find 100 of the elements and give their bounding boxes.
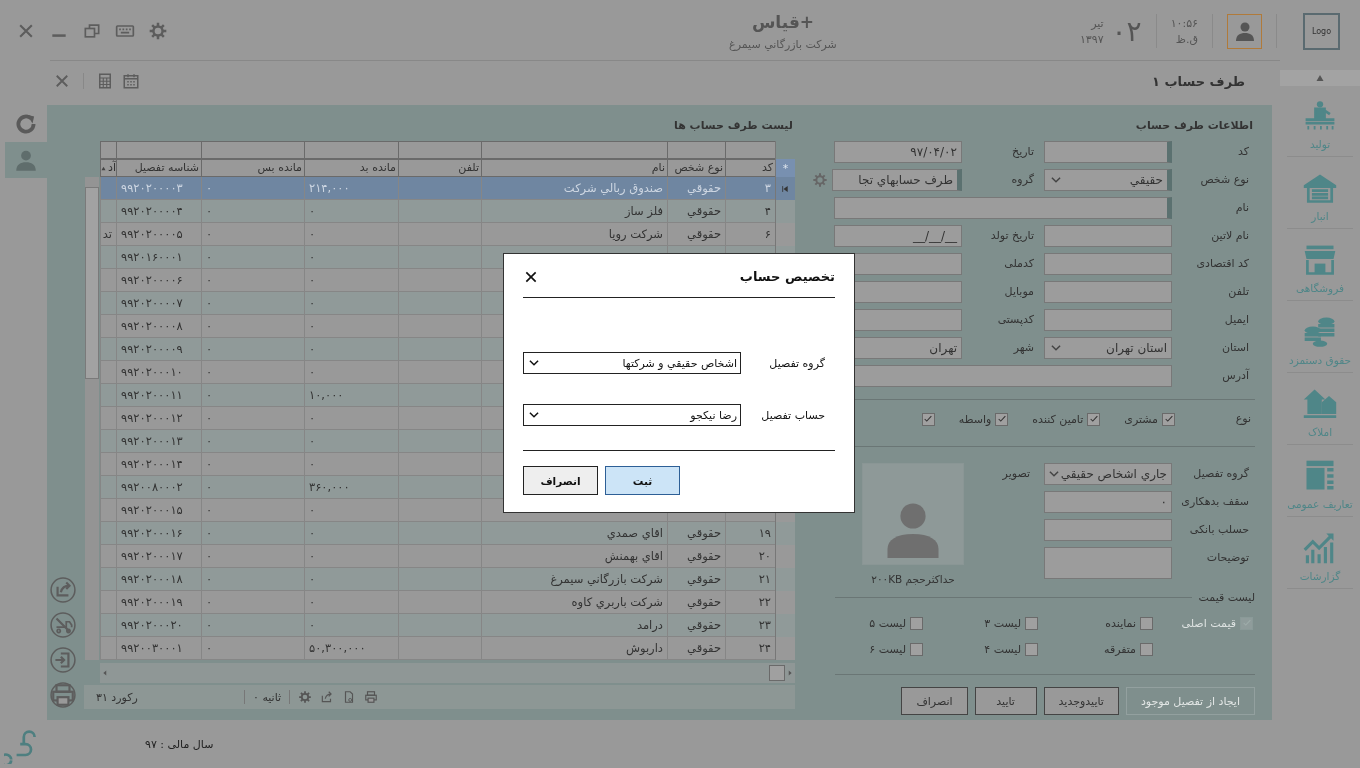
input-field[interactable] — [1044, 225, 1172, 247]
checkbox-label: قيمت اصلی — [1181, 616, 1236, 630]
input-field[interactable] — [1044, 253, 1172, 275]
cancel-button[interactable]: انصراف — [523, 466, 598, 495]
input-field[interactable]: طرف حسابهاي تجا — [832, 169, 962, 191]
table-cell: ۲۴ — [725, 637, 775, 660]
field-label: كدپستی — [996, 312, 1035, 328]
field-label: موبايل — [1003, 284, 1035, 300]
submit-button[interactable]: ثبت — [605, 466, 680, 495]
fiscal-year-label: سال مالی : ۹۷ — [145, 738, 214, 751]
table-row[interactable]: ۲۰ حقوقي اقاي بهمنش ۰ ۰ ۹۹۲۰۲۰۰۰۱۷ — [100, 545, 795, 568]
dropdown[interactable]: جاري اشخاص حقيقي — [1044, 463, 1172, 485]
table-row[interactable]: ۱۹ حقوقي اقاي صمدي ۰ ۰ ۹۹۲۰۲۰۰۰۱۶ — [100, 522, 795, 545]
field-label: تاريخ — [1011, 144, 1035, 160]
share-icon[interactable] — [320, 690, 335, 704]
field-label: تاريخ تولد — [989, 228, 1035, 244]
form-button: ايجاد از تفصيل موجود — [1125, 687, 1255, 715]
checkbox[interactable] — [910, 642, 923, 656]
field-label: ايميل — [1223, 312, 1250, 328]
input-field[interactable] — [1044, 519, 1172, 541]
input-field[interactable]: ۹۷/۰۴/۰۲ — [834, 141, 962, 163]
field-label: نوع — [1234, 411, 1252, 427]
checkbox[interactable] — [921, 412, 935, 426]
input-field[interactable] — [1044, 281, 1172, 303]
field-label: نام لاتين — [1210, 228, 1250, 244]
checkbox-label: متفرقه — [1104, 642, 1136, 656]
table-row[interactable]: ۲۳ حقوقي درامد ۰ ۰ ۹۹۲۰۲۰۰۰۲۰ — [100, 614, 795, 637]
record-count: ۳۱ ركورد — [96, 690, 139, 704]
app-title: قياس+ — [751, 11, 815, 32]
form-button[interactable]: تاييد — [974, 687, 1037, 715]
time-label: ۱۰:۵۶ — [1170, 16, 1198, 30]
enter-icon[interactable] — [50, 647, 76, 673]
elapsed-time: ۰ ثانيه — [253, 690, 282, 704]
checkbox[interactable] — [1140, 616, 1153, 630]
print-icon[interactable] — [364, 690, 379, 704]
restore-icon[interactable] — [82, 21, 102, 41]
field-label: تلفن — [1227, 284, 1250, 300]
input-field[interactable]: ۰ — [1044, 491, 1172, 513]
field-label: سقف بدهكاری — [1180, 494, 1250, 510]
form-button[interactable]: انصراف — [901, 687, 968, 715]
checkbox[interactable] — [1025, 642, 1038, 656]
checkbox[interactable] — [1162, 412, 1175, 426]
field-label: تصوير — [1001, 466, 1031, 482]
field-label: نوع شخص — [1199, 172, 1250, 188]
checkbox[interactable] — [995, 412, 1009, 426]
checkbox-label: ليست ۴ — [984, 642, 1021, 656]
table-row[interactable]: ۶ حقوقي شركت رويا ۰ ۰ ۹۹۲۰۲۰۰۰۰۵ تد — [100, 223, 795, 246]
checkbox[interactable] — [1087, 412, 1101, 426]
field-label: آدرس — [1221, 367, 1251, 384]
input-field[interactable] — [834, 197, 1172, 219]
prohibited-truck-icon[interactable] — [50, 612, 76, 638]
table-row[interactable]: ۲۴ حقوقي داربوش ۵۰,۳۰۰,۰۰۰ ۰ ۹۹۲۰۰۳۰۰۰۱ — [100, 637, 795, 660]
settings-icon[interactable] — [812, 172, 828, 188]
side-tab[interactable] — [5, 142, 47, 178]
table-row[interactable]: ۴ حقوقي فلز ساز ۰ ۰ ۹۹۲۰۲۰۰۰۰۴ — [100, 200, 795, 223]
export-icon[interactable] — [50, 577, 76, 603]
photo-placeholder[interactable] — [862, 463, 964, 565]
sort-arrow-icon — [101, 164, 108, 172]
field-label: كد اقتصادی — [1195, 256, 1250, 272]
form-button[interactable]: تاييدوجديد — [1043, 687, 1119, 715]
checkbox-label: نماينده — [1105, 616, 1136, 630]
column-header[interactable]: مانده بس — [201, 159, 304, 177]
day-label: ۰۲ — [1111, 14, 1142, 48]
close-icon[interactable] — [53, 72, 71, 90]
horizontal-scrollbar[interactable] — [100, 663, 795, 683]
vertical-scrollbar[interactable] — [85, 177, 99, 660]
dropdown[interactable]: اشخاص حقيقي و شركتها — [523, 352, 741, 374]
text-area[interactable] — [1044, 547, 1172, 579]
field-label: گروه — [1010, 172, 1035, 188]
input-field[interactable] — [1044, 309, 1172, 331]
check-icon — [923, 414, 934, 424]
settings-icon[interactable] — [148, 21, 168, 41]
print-icon[interactable] — [50, 682, 76, 708]
calendar-icon[interactable] — [122, 72, 140, 90]
table-cell: داربوش — [481, 637, 667, 660]
settings-icon[interactable] — [298, 690, 313, 704]
checkbox[interactable] — [1140, 642, 1153, 656]
section-title: ليست قيمت — [1198, 591, 1255, 604]
checkbox-label: ليست ۳ — [984, 616, 1021, 630]
scroll-thumb[interactable] — [769, 665, 785, 681]
user-avatar[interactable] — [1227, 13, 1262, 49]
input-field[interactable]: __/__/__ — [834, 225, 962, 247]
column-header[interactable]: شناسه تفصيل — [116, 159, 201, 177]
column-header[interactable]: تلفن — [398, 159, 481, 177]
checkbox[interactable] — [1025, 616, 1038, 630]
column-header[interactable]: نام — [481, 159, 667, 177]
dropdown[interactable]: حقيقي — [1044, 169, 1172, 191]
field-label: نام — [1234, 200, 1250, 216]
table-row[interactable]: ۲۲ حقوقي شركت باربري كاوه ۰ ۰ ۹۹۲۰۲۰۰۰۱۹ — [100, 591, 795, 614]
checkbox[interactable] — [910, 616, 923, 630]
column-header[interactable]: مانده بد — [304, 159, 398, 177]
dropdown[interactable]: استان تهران — [1044, 337, 1172, 359]
calculator-icon[interactable] — [96, 72, 114, 90]
dropdown[interactable]: رضا نيكجو — [523, 404, 741, 426]
company-name: شركت بازرگاني سيمرغ — [729, 37, 837, 51]
table-row[interactable]: ۲۱ حقوقي شركت بازرگاني سيمرغ ۰ ۰ ۹۹۲۰۲۰۰۰۱۸ — [100, 568, 795, 591]
table-row[interactable]: ۳ حقوقي صندوق ربالي شركت ۲۱۴,۰۰۰ ۰ ۹۹۲۰۲۰۰۰۰۳ — [100, 177, 795, 200]
input-field[interactable] — [1044, 141, 1172, 163]
checkbox-label: مشتری — [1124, 412, 1158, 426]
check-icon — [1088, 414, 1099, 424]
